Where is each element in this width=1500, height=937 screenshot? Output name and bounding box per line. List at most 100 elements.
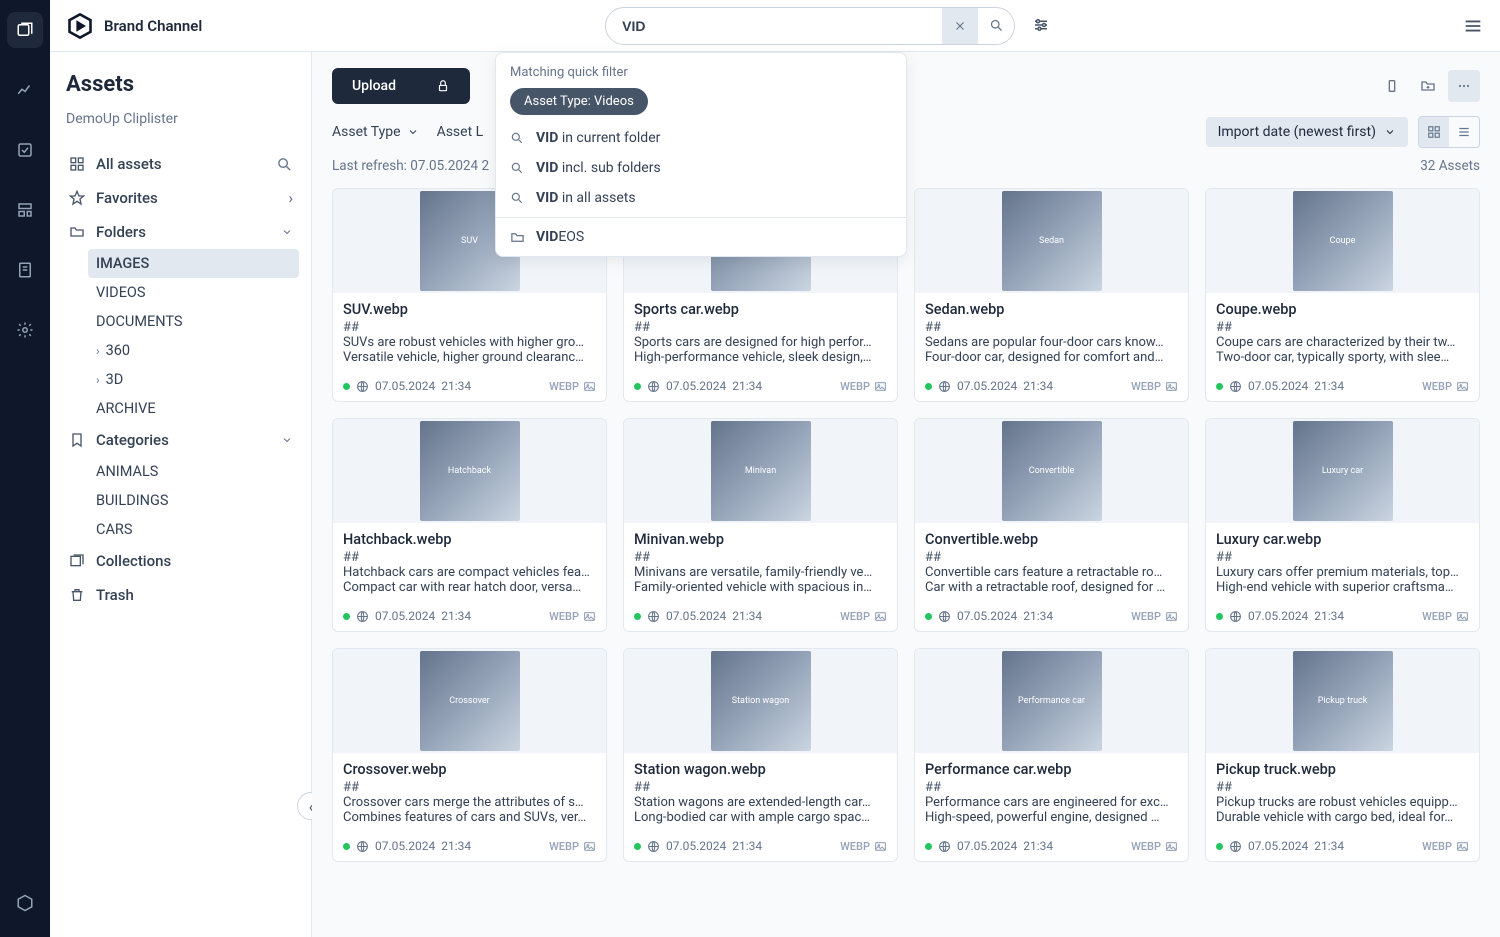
search-input[interactable] bbox=[606, 10, 942, 42]
rail-assets[interactable] bbox=[7, 12, 43, 48]
asset-title: Convertible.webp bbox=[925, 531, 1178, 548]
globe-icon bbox=[356, 610, 369, 623]
rail-settings[interactable] bbox=[7, 312, 43, 348]
asset-hash: ## bbox=[343, 780, 596, 795]
status-dot bbox=[634, 843, 641, 850]
rail-analytics[interactable] bbox=[7, 72, 43, 108]
asset-time: 21:34 bbox=[441, 379, 471, 393]
status-dot bbox=[925, 843, 932, 850]
image-icon bbox=[583, 840, 596, 853]
view-list-button[interactable] bbox=[1449, 117, 1479, 147]
asset-ext: WEBP bbox=[1422, 380, 1452, 393]
image-icon bbox=[1456, 840, 1469, 853]
asset-card[interactable]: CoupeCoupe.webp##Coupe cars are characte… bbox=[1205, 188, 1480, 402]
brand-logo[interactable]: Brand Channel bbox=[66, 12, 202, 40]
rail-tasks[interactable] bbox=[7, 132, 43, 168]
asset-time: 21:34 bbox=[1314, 609, 1344, 623]
sort-dropdown[interactable]: Import date (newest first) bbox=[1206, 117, 1408, 147]
asset-desc2: High-performance vehicle, sleek design,… bbox=[634, 350, 887, 365]
suggest-quick-filter-pill[interactable]: Asset Type: Videos bbox=[510, 88, 648, 115]
asset-desc2: Four-door car, designed for comfort and… bbox=[925, 350, 1178, 365]
brand-name: Brand Channel bbox=[104, 17, 202, 35]
rail-logo-small[interactable] bbox=[7, 885, 43, 921]
asset-title: Sedan.webp bbox=[925, 301, 1178, 318]
asset-title: Performance car.webp bbox=[925, 761, 1178, 778]
asset-desc1: Crossover cars merge the attributes of s… bbox=[343, 795, 596, 810]
sidebar-favorites[interactable]: Favorites › bbox=[62, 181, 299, 215]
folder-videos[interactable]: VIDEOS bbox=[88, 278, 299, 307]
asset-card[interactable]: Luxury carLuxury car.webp##Luxury cars o… bbox=[1205, 418, 1480, 632]
filter-asset-l[interactable]: Asset L bbox=[437, 124, 484, 140]
asset-card[interactable]: ConvertibleConvertible.webp##Convertible… bbox=[914, 418, 1189, 632]
asset-card[interactable]: SedanSedan.webp##Sedans are popular four… bbox=[914, 188, 1189, 402]
sidebar-trash[interactable]: Trash bbox=[62, 578, 299, 612]
asset-thumbnail: Pickup truck bbox=[1206, 649, 1479, 753]
asset-desc1: Station wagons are extended-length car… bbox=[634, 795, 887, 810]
asset-date: 07.05.2024 bbox=[957, 609, 1017, 623]
asset-desc2: Long-bodied car with ample cargo spac… bbox=[634, 810, 887, 825]
folder-images[interactable]: IMAGES bbox=[88, 249, 299, 278]
asset-ext: WEBP bbox=[840, 610, 870, 623]
search-icon[interactable] bbox=[276, 156, 293, 173]
asset-card[interactable]: Station wagonStation wagon.webp##Station… bbox=[623, 648, 898, 862]
globe-icon bbox=[938, 840, 951, 853]
search-clear-button[interactable] bbox=[942, 8, 978, 44]
asset-hash: ## bbox=[1216, 320, 1469, 335]
asset-ext: WEBP bbox=[840, 840, 870, 853]
asset-time: 21:34 bbox=[1023, 609, 1053, 623]
asset-card[interactable]: CrossoverCrossover.webp##Crossover cars … bbox=[332, 648, 607, 862]
category-animals[interactable]: ANIMALS bbox=[88, 457, 299, 486]
rail-templates[interactable] bbox=[7, 192, 43, 228]
suggest-scope[interactable]: VID in current folder bbox=[496, 123, 906, 153]
folder-3d[interactable]: ›3D bbox=[88, 365, 299, 394]
asset-card[interactable]: HatchbackHatchback.webp##Hatchback cars … bbox=[332, 418, 607, 632]
folder-360[interactable]: ›360 bbox=[88, 336, 299, 365]
advanced-filter-button[interactable] bbox=[1023, 7, 1059, 43]
asset-ext: WEBP bbox=[549, 610, 579, 623]
status-dot bbox=[925, 383, 932, 390]
globe-icon bbox=[356, 840, 369, 853]
sidebar-folders[interactable]: Folders bbox=[62, 215, 299, 249]
image-icon bbox=[583, 380, 596, 393]
suggest-scope[interactable]: VID incl. sub folders bbox=[496, 153, 906, 183]
asset-hash: ## bbox=[343, 550, 596, 565]
asset-card[interactable]: Performance carPerformance car.webp##Per… bbox=[914, 648, 1189, 862]
more-button[interactable] bbox=[1448, 70, 1480, 102]
folder-documents[interactable]: DOCUMENTS bbox=[88, 307, 299, 336]
search-icon bbox=[510, 131, 526, 145]
asset-title: Luxury car.webp bbox=[1216, 531, 1469, 548]
view-grid-button[interactable] bbox=[1419, 117, 1449, 147]
asset-thumbnail: Luxury car bbox=[1206, 419, 1479, 523]
asset-hash: ## bbox=[343, 320, 596, 335]
asset-date: 07.05.2024 bbox=[375, 609, 435, 623]
upload-button[interactable]: Upload bbox=[332, 68, 470, 104]
asset-thumbnail: Minivan bbox=[624, 419, 897, 523]
asset-title: Pickup truck.webp bbox=[1216, 761, 1469, 778]
sidebar-all-assets[interactable]: All assets bbox=[62, 147, 299, 181]
search-submit-button[interactable] bbox=[978, 8, 1014, 44]
asset-card[interactable]: MinivanMinivan.webp##Minivans are versat… bbox=[623, 418, 898, 632]
asset-title: SUV.webp bbox=[343, 301, 596, 318]
folder-archive[interactable]: ARCHIVE bbox=[88, 394, 299, 423]
asset-card[interactable]: Pickup truckPickup truck.webp##Pickup tr… bbox=[1205, 648, 1480, 862]
sidebar-collections[interactable]: Collections bbox=[62, 544, 299, 578]
device-icon-button[interactable] bbox=[1376, 70, 1408, 102]
suggest-scope[interactable]: VID in all assets bbox=[496, 183, 906, 213]
new-folder-button[interactable] bbox=[1412, 70, 1444, 102]
hamburger-menu[interactable] bbox=[1462, 15, 1484, 37]
asset-desc1: Pickup trucks are robust vehicles equipp… bbox=[1216, 795, 1469, 810]
folder-icon bbox=[510, 230, 526, 245]
asset-time: 21:34 bbox=[732, 609, 762, 623]
category-cars[interactable]: CARS bbox=[88, 515, 299, 544]
asset-time: 21:34 bbox=[732, 839, 762, 853]
rail-docs[interactable] bbox=[7, 252, 43, 288]
asset-date: 07.05.2024 bbox=[666, 609, 726, 623]
category-buildings[interactable]: BUILDINGS bbox=[88, 486, 299, 515]
sidebar-categories[interactable]: Categories bbox=[62, 423, 299, 457]
image-icon bbox=[583, 610, 596, 623]
asset-ext: WEBP bbox=[549, 840, 579, 853]
asset-desc2: Family-oriented vehicle with spacious in… bbox=[634, 580, 887, 595]
topbar: Brand Channel bbox=[50, 0, 1500, 52]
suggest-folder[interactable]: VIDEOS bbox=[496, 222, 906, 252]
filter-asset-type[interactable]: Asset Type bbox=[332, 124, 419, 140]
